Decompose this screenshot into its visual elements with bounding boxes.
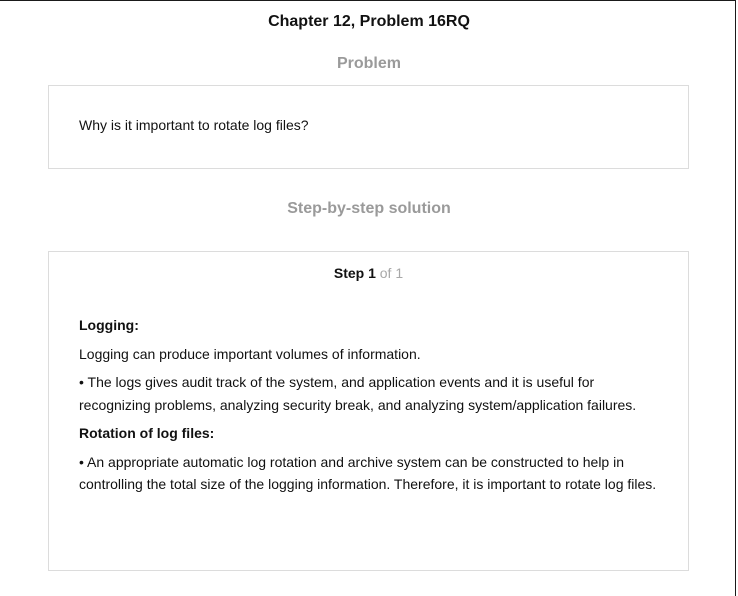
problem-text: Why is it important to rotate log files?: [79, 117, 309, 133]
logging-paragraph-2: • The logs gives audit track of the syst…: [79, 374, 637, 413]
logging-paragraph-1: Logging can produce important volumes of…: [79, 345, 421, 362]
solution-box: Step 1 of 1 Logging: Logging can produce…: [48, 251, 689, 571]
rotation-paragraph-1: • An appropriate automatic log rotation …: [79, 453, 657, 493]
rotation-heading: Rotation of log files:: [79, 425, 215, 441]
solution-heading: Step-by-step solution: [287, 200, 451, 217]
problem-heading: Problem: [336, 55, 401, 72]
step-indicator: Step 1 of 1: [49, 265, 688, 281]
problem-box: Why is it important to rotate log files?: [48, 85, 689, 169]
solution-content: Logging: Logging can produce important v…: [79, 314, 659, 502]
step-label: Step 1: [333, 265, 376, 281]
logging-heading: Logging:: [79, 317, 139, 333]
step-count: of 1: [375, 265, 404, 281]
chapter-title: Chapter 12, Problem 16RQ: [268, 13, 470, 30]
